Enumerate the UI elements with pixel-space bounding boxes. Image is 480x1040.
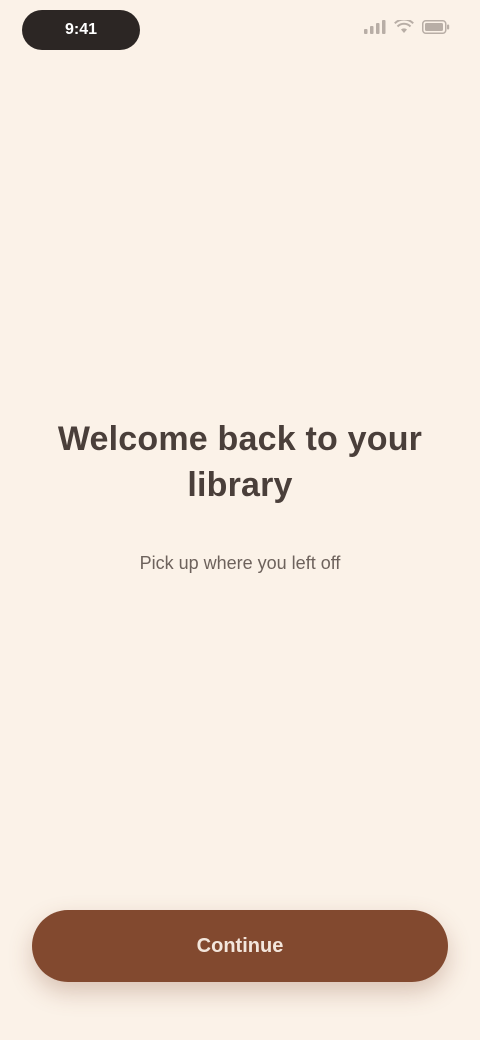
status-icons [364,20,450,34]
battery-icon [422,20,450,34]
status-time: 9:41 [22,10,140,50]
welcome-message: Welcome back to your library Pick up whe… [40,416,440,582]
wifi-icon [394,20,414,34]
signal-icon [364,20,386,34]
status-bar: 9:41 [0,0,480,64]
headline: Welcome back to your library [57,420,423,504]
onboarding-screen: 9:41 Welcome back to your library Pick u… [0,0,480,1040]
continue-button[interactable]: Continue [32,910,448,982]
subtitle: Pick up where you left off [139,553,341,573]
